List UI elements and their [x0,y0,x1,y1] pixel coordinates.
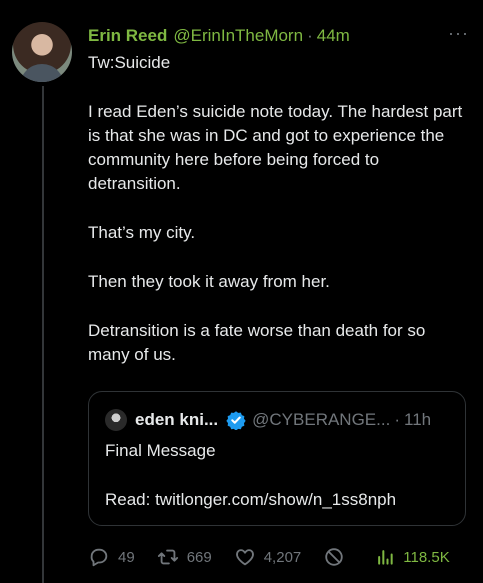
views-count: 118.5K [403,548,450,566]
author-handle[interactable]: @ErinInTheMorn [173,26,303,46]
tweet-header: Erin Reed @ErinInTheMorn · 44m [88,25,469,47]
tweet-time[interactable]: 44m [317,26,350,46]
more-icon[interactable]: ··· [448,24,469,42]
views-button[interactable]: 118.5K [375,547,450,567]
tweet-paragraph: Tw:Suicide [88,53,171,72]
quoted-line: Final Message [105,441,216,460]
quoted-avatar [105,409,127,431]
block-button[interactable] [323,546,353,568]
like-icon [235,549,254,566]
views-icon [378,550,393,565]
like-count: 4,207 [263,548,302,566]
like-button[interactable]: 4,207 [234,546,302,568]
block-icon [325,548,343,566]
tweet-paragraph: Then they took it away from her. [88,272,330,291]
tweet-paragraph: That’s my city. [88,223,196,242]
retweet-icon [157,549,178,565]
verified-icon [226,411,246,430]
quoted-time: 11h [404,410,432,429]
action-bar: 49 669 4,207 118.5K [88,545,472,569]
quoted-tweet[interactable]: eden kni... @CYBERANGE... · 11h Final Me… [88,391,466,526]
quoted-author-handle: @CYBERANGE... [252,410,391,429]
author-name[interactable]: Erin Reed [88,26,167,46]
avatar[interactable] [12,22,72,82]
tweet-paragraph: Detransition is a fate worse than death … [88,321,426,364]
reply-button[interactable]: 49 [88,546,135,568]
quoted-author-name: eden kni... [135,410,219,429]
tweet-body: Tw:Suicide I read Eden’s suicide note to… [88,51,468,392]
quoted-line: Read: twitlonger.com/show/n_1ss8nph [105,490,397,509]
thread-line [42,86,44,583]
separator-dot: · [307,26,313,45]
quoted-header: eden kni... @CYBERANGE... · 11h [105,409,431,431]
tweet-paragraph: I read Eden’s suicide note today. The ha… [88,102,463,193]
quoted-text: Final Message Read: twitlonger.com/show/… [105,439,396,537]
retweet-button[interactable]: 669 [157,546,212,568]
retweet-count: 669 [186,548,212,566]
separator-dot: · [394,410,400,429]
reply-icon [90,548,108,567]
reply-count: 49 [118,548,135,566]
